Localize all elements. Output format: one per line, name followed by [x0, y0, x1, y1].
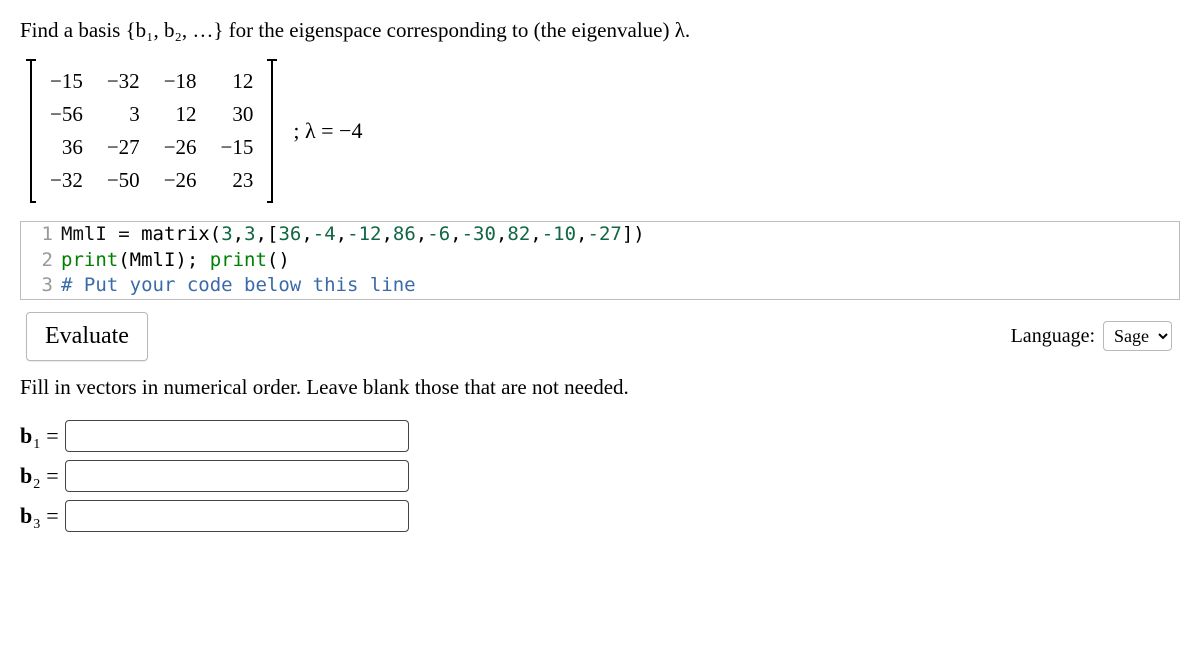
matrix: −15 −32 −18 12 −56 3 12 30 36 −27 −26 −1…: [26, 59, 277, 203]
lambda-value: ; λ = −4: [293, 118, 362, 144]
prompt-tail: .: [685, 18, 690, 42]
matrix-row: −32 −50 −26 23: [38, 164, 265, 197]
matrix-cell: −15: [38, 65, 95, 98]
lambda-symbol: λ: [675, 18, 685, 42]
matrix-cell: −26: [152, 164, 209, 197]
code-line[interactable]: MmlI = matrix(3,3,[36,-4,-12,86,-6,-30,8…: [61, 222, 645, 248]
b3-input[interactable]: [65, 500, 409, 532]
line-number: 2: [21, 248, 61, 274]
language-select[interactable]: Sage: [1103, 321, 1172, 351]
line-number: 3: [21, 273, 61, 299]
evaluate-button[interactable]: Evaluate: [26, 312, 148, 361]
code-editor[interactable]: 1 MmlI = matrix(3,3,[36,-4,-12,86,-6,-30…: [20, 221, 1180, 300]
prompt-lead: Find a basis: [20, 18, 126, 42]
matrix-cell: 12: [209, 65, 266, 98]
equals-sign: =: [46, 423, 58, 449]
matrix-body: −15 −32 −18 12 −56 3 12 30 36 −27 −26 −1…: [38, 65, 265, 197]
matrix-cell: −18: [152, 65, 209, 98]
line-number: 1: [21, 222, 61, 248]
answer-instruction: Fill in vectors in numerical order. Leav…: [20, 375, 1180, 400]
matrix-cell: −15: [209, 131, 266, 164]
answer-row-b1: b1 =: [20, 420, 1180, 452]
prompt-mid: for the eigenspace corresponding to (the…: [223, 18, 674, 42]
vector-subscript: 3: [33, 517, 40, 532]
right-bracket: [267, 59, 277, 203]
evaluate-row: Evaluate Language: Sage: [20, 312, 1180, 361]
basis-set: {b₁, b₂, …}: [126, 18, 224, 42]
matrix-cell: −27: [95, 131, 152, 164]
answer-row-b3: b3 =: [20, 500, 1180, 532]
matrix-cell: 12: [152, 98, 209, 131]
matrix-cell: 23: [209, 164, 266, 197]
matrix-cell: −50: [95, 164, 152, 197]
b1-input[interactable]: [65, 420, 409, 452]
language-label: Language:: [1011, 325, 1095, 348]
matrix-row: 36 −27 −26 −15: [38, 131, 265, 164]
matrix-cell: −56: [38, 98, 95, 131]
matrix-cell: 36: [38, 131, 95, 164]
code-line[interactable]: print(MmlI); print(): [61, 248, 290, 274]
answer-row-b2: b2 =: [20, 460, 1180, 492]
matrix-row: −56 3 12 30: [38, 98, 265, 131]
matrix-cell: −32: [95, 65, 152, 98]
vector-label: b: [20, 423, 32, 448]
matrix-cell: 3: [95, 98, 152, 131]
vector-label: b: [20, 503, 32, 528]
code-line[interactable]: # Put your code below this line: [61, 273, 416, 299]
left-bracket: [26, 59, 36, 203]
question-prompt: Find a basis {b₁, b₂, …} for the eigensp…: [20, 18, 1180, 43]
equals-sign: =: [46, 503, 58, 529]
vector-subscript: 1: [33, 437, 40, 452]
vector-label: b: [20, 463, 32, 488]
matrix-cell: 30: [209, 98, 266, 131]
b2-input[interactable]: [65, 460, 409, 492]
equals-sign: =: [46, 463, 58, 489]
matrix-and-lambda: −15 −32 −18 12 −56 3 12 30 36 −27 −26 −1…: [26, 59, 1180, 203]
matrix-row: −15 −32 −18 12: [38, 65, 265, 98]
vector-subscript: 2: [33, 477, 40, 492]
matrix-cell: −26: [152, 131, 209, 164]
matrix-cell: −32: [38, 164, 95, 197]
